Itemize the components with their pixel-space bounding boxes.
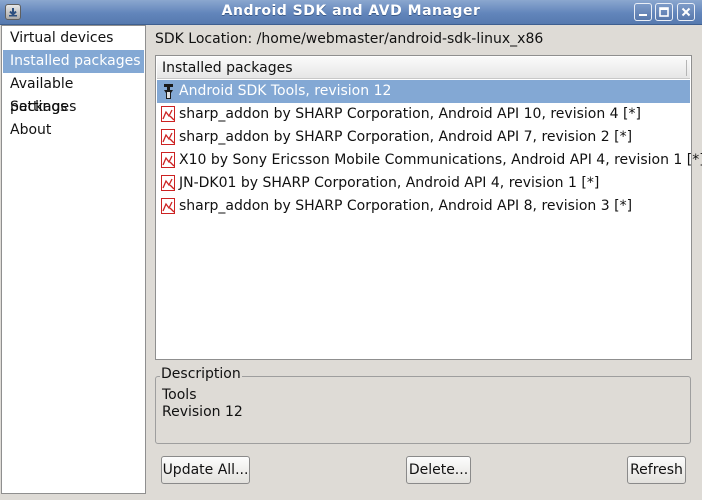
description-line: Revision 12 <box>162 404 243 420</box>
window-title: Android SDK and AVD Manager <box>221 3 481 19</box>
close-button[interactable] <box>677 3 695 21</box>
tools-icon <box>164 84 173 99</box>
package-label: sharp_addon by SHARP Corporation, Androi… <box>179 106 641 122</box>
list-column-header[interactable]: Installed packages <box>157 57 690 79</box>
package-label: Android SDK Tools, revision 12 <box>179 83 392 99</box>
addon-package-icon <box>161 198 175 214</box>
refresh-button[interactable]: Refresh <box>627 456 686 484</box>
addon-package-icon <box>161 106 175 122</box>
sidebar-item-virtual-devices[interactable]: Virtual devices <box>3 27 144 50</box>
minimize-icon <box>639 14 647 16</box>
addon-package-icon <box>161 152 175 168</box>
list-item[interactable]: X10 by Sony Ericsson Mobile Communicatio… <box>157 149 702 172</box>
package-label: X10 by Sony Ericsson Mobile Communicatio… <box>179 152 702 168</box>
list-item[interactable]: sharp_addon by SHARP Corporation, Androi… <box>157 195 690 218</box>
delete-button[interactable]: Delete... <box>406 456 471 484</box>
list-item[interactable]: JN-DK01 by SHARP Corporation, Android AP… <box>157 172 690 195</box>
sidebar-item-about[interactable]: About <box>3 119 144 142</box>
maximize-button[interactable] <box>655 3 673 21</box>
maximize-icon <box>659 7 669 17</box>
close-icon <box>681 7 691 17</box>
package-label: JN-DK01 by SHARP Corporation, Android AP… <box>179 175 600 191</box>
update-all-button[interactable]: Update All... <box>161 456 250 484</box>
addon-package-icon <box>161 129 175 145</box>
minimize-button[interactable] <box>634 3 652 21</box>
title-bar[interactable]: Android SDK and AVD Manager <box>0 0 702 25</box>
list-item[interactable]: Android SDK Tools, revision 12 <box>157 80 690 103</box>
package-label: sharp_addon by SHARP Corporation, Androi… <box>179 198 633 214</box>
description-legend: Description <box>160 366 242 382</box>
sidebar: Virtual devices Installed packages Avail… <box>1 25 146 494</box>
description-line: Tools <box>162 387 197 403</box>
list-item[interactable]: sharp_addon by SHARP Corporation, Androi… <box>157 103 690 126</box>
sdk-location-label: SDK Location: /home/webmaster/android-sd… <box>155 31 544 47</box>
package-label: sharp_addon by SHARP Corporation, Androi… <box>179 129 633 145</box>
sidebar-item-settings[interactable]: Settings <box>3 96 144 119</box>
addon-package-icon <box>161 175 175 191</box>
sidebar-item-installed-packages[interactable]: Installed packages <box>3 50 144 73</box>
sidebar-item-available-packages[interactable]: Available packages <box>3 73 144 115</box>
list-item[interactable]: sharp_addon by SHARP Corporation, Androi… <box>157 126 690 149</box>
installed-packages-list[interactable]: Installed packages Android SDK Tools, re… <box>155 55 702 360</box>
